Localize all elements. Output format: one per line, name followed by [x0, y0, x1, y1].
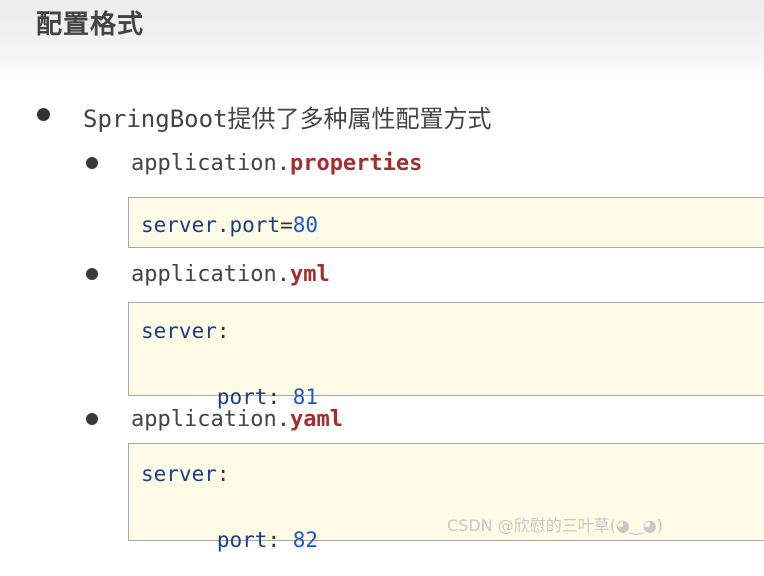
code-line: server.port=80 [141, 213, 318, 237]
file-base-name: application. [131, 262, 290, 287]
code-key: server [141, 319, 217, 343]
file-base-name: application. [131, 151, 290, 176]
main-bullet-icon [37, 108, 50, 121]
sub-bullet-icon [86, 268, 98, 280]
config-file-label-yaml: application.yaml [131, 407, 343, 432]
code-separator: : [267, 528, 293, 552]
watermark-text: CSDN @欣慰的三叶草(◕‿◕) [447, 516, 663, 535]
file-base-name: application. [131, 407, 290, 432]
code-block-properties: server.port=80 [128, 197, 764, 248]
code-key: port [191, 385, 268, 409]
code-separator: : [216, 319, 230, 343]
sub-bullet-icon [86, 413, 98, 425]
file-extension: yml [289, 262, 330, 287]
code-value: 82 [292, 528, 319, 552]
code-key: port [191, 528, 268, 552]
code-line: server: [141, 462, 230, 486]
code-line: server: [141, 319, 230, 343]
code-value: 80 [292, 213, 319, 237]
code-separator: : [216, 462, 230, 486]
code-separator: = [280, 213, 293, 237]
config-file-label-yml: application.yml [131, 262, 330, 287]
code-key: server.port [141, 213, 281, 237]
code-line: port: 82 [141, 504, 318, 576]
code-block-yml: server: port: 81 [128, 302, 764, 409]
file-extension: properties [289, 151, 423, 176]
sub-bullet-icon [86, 157, 98, 169]
page-title: 配置格式 [36, 10, 145, 40]
code-block-yaml: server: port: 82 [128, 443, 764, 552]
code-value: 81 [292, 385, 319, 409]
config-file-label-properties: application.properties [131, 151, 422, 176]
main-point-text: SpringBoot提供了多种属性配置方式 [83, 105, 492, 133]
code-key: server [141, 462, 217, 486]
code-separator: : [267, 385, 293, 409]
file-extension: yaml [289, 407, 343, 432]
